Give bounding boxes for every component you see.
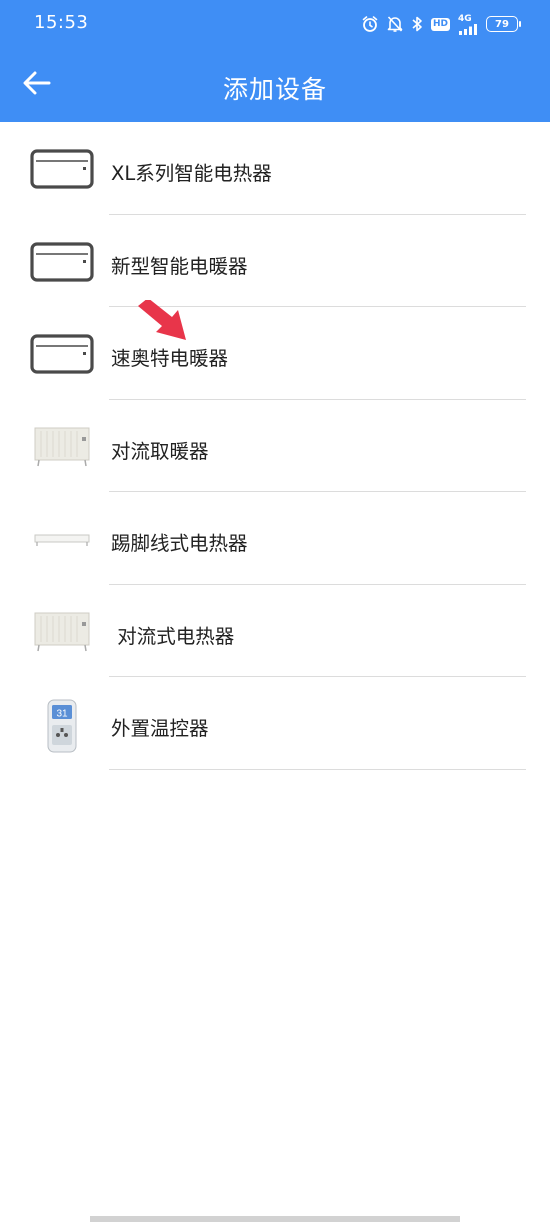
convection-heater-icon xyxy=(28,609,96,655)
device-list: XL系列智能电热器 新型智能电暖器 速奥特电暖器 对流取暖器 踢脚线式电热器 对… xyxy=(0,122,550,770)
signal-icon: 4G xyxy=(458,14,478,35)
device-label: 速奥特电暖器 xyxy=(111,347,229,370)
device-item-convection-heater[interactable]: 对流取暖器 xyxy=(0,400,550,492)
plug-thermostat-icon: 31 xyxy=(28,699,96,753)
device-item-external-thermostat[interactable]: 31 外置温控器 xyxy=(0,677,550,770)
battery-icon: 79 xyxy=(486,16,521,32)
device-item-new-smart-heater[interactable]: 新型智能电暖器 xyxy=(0,215,550,307)
device-label: 新型智能电暖器 xyxy=(111,254,248,278)
battery-level: 79 xyxy=(495,18,509,30)
device-label: 外置温控器 xyxy=(111,717,209,740)
device-label: XL系列智能电热器 xyxy=(111,162,272,185)
device-label: 对流式电热器 xyxy=(111,624,235,648)
device-item-xl-smart-heater[interactable]: XL系列智能电热器 xyxy=(0,122,550,215)
svg-text:31: 31 xyxy=(56,709,68,720)
baseboard-heater-icon xyxy=(28,516,96,562)
app-header: 添加设备 xyxy=(0,48,550,122)
device-item-suaote-heater[interactable]: 速奥特电暖器 xyxy=(0,307,550,400)
bluetooth-icon xyxy=(411,15,423,33)
status-time: 15:53 xyxy=(34,12,89,33)
device-item-baseboard-heater[interactable]: 踢脚线式电热器 xyxy=(0,492,550,585)
device-label: 踢脚线式电热器 xyxy=(111,532,248,555)
mute-bell-icon xyxy=(387,15,403,33)
status-icons: HD 4G 79 xyxy=(361,13,521,35)
network-type-label: 4G xyxy=(458,13,472,24)
panel-heater-outline-icon xyxy=(28,331,96,377)
device-label: 对流取暖器 xyxy=(111,439,209,463)
hd-icon: HD xyxy=(430,17,450,31)
nav-gesture-bar xyxy=(90,1216,460,1222)
device-item-convection-electric-heater[interactable]: 对流式电热器 xyxy=(0,585,550,677)
status-bar: 15:53 HD 4G 79 xyxy=(0,0,550,48)
panel-heater-outline-icon xyxy=(28,146,96,192)
convection-heater-icon xyxy=(28,424,96,470)
divider xyxy=(109,768,526,770)
panel-heater-outline-icon xyxy=(28,239,96,285)
page-title: 添加设备 xyxy=(222,75,327,104)
alarm-icon xyxy=(361,15,379,33)
